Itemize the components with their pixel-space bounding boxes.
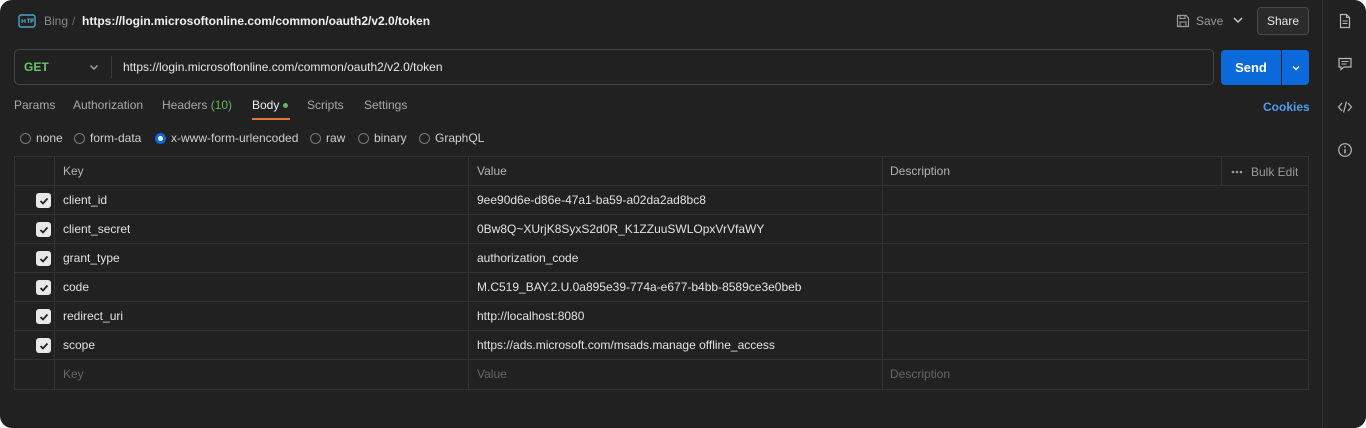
radio-binary[interactable]: binary [358, 131, 407, 145]
checkmark-icon [39, 197, 48, 205]
row-value[interactable]: https://ads.microsoft.com/msads.manage o… [477, 331, 775, 360]
row-key[interactable]: grant_type [63, 244, 120, 273]
bulk-edit-button[interactable]: Bulk Edit [1231, 157, 1309, 186]
radio-label: x-www-form-urlencoded [171, 131, 299, 145]
radio-form-data[interactable]: form-data [74, 131, 141, 145]
breadcrumb-separator: / [72, 14, 76, 28]
new-key-input[interactable]: Key [63, 360, 84, 389]
radio-label: binary [374, 131, 407, 145]
table-row-empty: Key Value Description [15, 360, 1308, 389]
row-key[interactable]: client_id [63, 186, 107, 215]
checkmark-icon [39, 255, 48, 263]
table-row: client_id 9ee90d6e-d86e-47a1-ba59-a02da2… [15, 186, 1308, 215]
row-key[interactable]: client_secret [63, 215, 130, 244]
request-title[interactable]: https://login.microsoftonline.com/common… [82, 14, 430, 28]
radio-raw[interactable]: raw [310, 131, 345, 145]
row-checkbox[interactable] [36, 338, 51, 353]
cookies-link[interactable]: Cookies [1263, 100, 1310, 114]
radio-label: form-data [90, 131, 142, 145]
share-button[interactable]: Share [1257, 7, 1309, 35]
row-value[interactable]: M.C519_BAY.2.U.0a895e39-774a-e677-b4bb-8… [477, 273, 801, 302]
radio-label: GraphQL [435, 131, 485, 145]
info-icon[interactable] [1337, 142, 1353, 158]
checkmark-icon [39, 342, 48, 350]
tab-settings[interactable]: Settings [364, 98, 407, 112]
request-header: Bing / https://login.microsoftonline.com… [0, 0, 1322, 42]
headers-count: (10) [210, 98, 233, 112]
row-value[interactable]: 9ee90d6e-d86e-47a1-ba59-a02da2ad8bc8 [477, 186, 706, 215]
radio-circle [20, 132, 31, 144]
url-input[interactable]: https://login.microsoftonline.com/common… [123, 50, 1203, 84]
radio-graphql[interactable]: GraphQL [419, 131, 484, 145]
tab-params[interactable]: Params [14, 98, 55, 112]
radio-circle [74, 132, 85, 144]
tab-headers-label: Headers [162, 98, 208, 112]
status-dot [283, 103, 289, 109]
chevron-down-icon [1292, 65, 1299, 70]
code-icon[interactable] [1337, 99, 1353, 115]
right-sidebar [1322, 0, 1366, 428]
row-checkbox[interactable] [36, 222, 51, 237]
http-request-icon [18, 14, 36, 28]
comment-icon[interactable] [1337, 56, 1353, 72]
row-key[interactable]: code [63, 273, 89, 302]
new-value-input[interactable]: Value [477, 360, 507, 389]
tab-authorization[interactable]: Authorization [73, 98, 143, 112]
row-value[interactable]: http://localhost:8080 [477, 302, 584, 331]
more-horizontal-icon [1231, 170, 1243, 173]
row-checkbox[interactable] [36, 251, 51, 266]
breadcrumb-collection[interactable]: Bing [44, 14, 68, 28]
tab-headers[interactable]: Headers (10) [162, 98, 232, 112]
radio-label: raw [326, 131, 346, 145]
radio-none[interactable]: none [20, 131, 63, 145]
radio-circle-selected [155, 132, 166, 144]
chevron-down-icon[interactable] [1230, 12, 1246, 28]
table-row: scope https://ads.microsoft.com/msads.ma… [15, 331, 1308, 360]
table-row: grant_type authorization_code [15, 244, 1308, 273]
chevron-down-icon[interactable] [87, 60, 101, 74]
row-checkbox[interactable] [36, 280, 51, 295]
app-window: Bing / https://login.microsoftonline.com… [0, 0, 1366, 428]
column-header-value: Value [477, 164, 507, 178]
document-icon[interactable] [1337, 13, 1353, 29]
row-value[interactable]: authorization_code [477, 244, 578, 273]
url-bar: GET https://login.microsoftonline.com/co… [14, 49, 1214, 85]
save-button[interactable]: Save [1176, 10, 1226, 32]
bulk-edit-label: Bulk Edit [1251, 164, 1299, 179]
radio-x-www-form-urlencoded[interactable]: x-www-form-urlencoded [155, 131, 298, 145]
checkmark-icon [39, 284, 48, 292]
divider [111, 56, 112, 78]
column-header-description: Description [890, 164, 951, 178]
tab-body[interactable]: Body [252, 98, 289, 112]
row-checkbox[interactable] [36, 309, 51, 324]
new-description-input[interactable]: Description [890, 360, 950, 389]
send-options-button[interactable] [1282, 50, 1309, 85]
save-label: Save [1196, 14, 1224, 28]
tab-body-label: Body [252, 98, 280, 112]
active-tab-indicator [252, 118, 290, 120]
row-key[interactable]: scope [63, 331, 95, 360]
table-row: redirect_uri http://localhost:8080 [15, 302, 1308, 331]
row-value[interactable]: 0Bw8Q~XUrjK8SyxS2d0R_K1ZZuuSWLOpxVrVfaWY [477, 215, 764, 244]
checkmark-icon [39, 313, 48, 321]
radio-circle [310, 132, 321, 144]
tab-scripts[interactable]: Scripts [307, 98, 344, 112]
row-checkbox[interactable] [36, 193, 51, 208]
send-button[interactable]: Send [1221, 50, 1281, 85]
radio-circle [419, 132, 430, 144]
radio-circle [358, 132, 369, 144]
floppy-disk-icon [1176, 14, 1190, 28]
table-header: Key Value Description Bulk Edit [15, 157, 1308, 186]
table-row: code M.C519_BAY.2.U.0a895e39-774a-e677-b… [15, 273, 1308, 302]
checkmark-icon [39, 226, 48, 234]
radio-label: none [36, 131, 63, 145]
row-key[interactable]: redirect_uri [63, 302, 123, 331]
form-urlencoded-table: Key Value Description Bulk Edit client_i… [14, 156, 1309, 391]
table-row: client_secret 0Bw8Q~XUrjK8SyxS2d0R_K1ZZu… [15, 215, 1308, 244]
column-header-key: Key [63, 164, 84, 178]
